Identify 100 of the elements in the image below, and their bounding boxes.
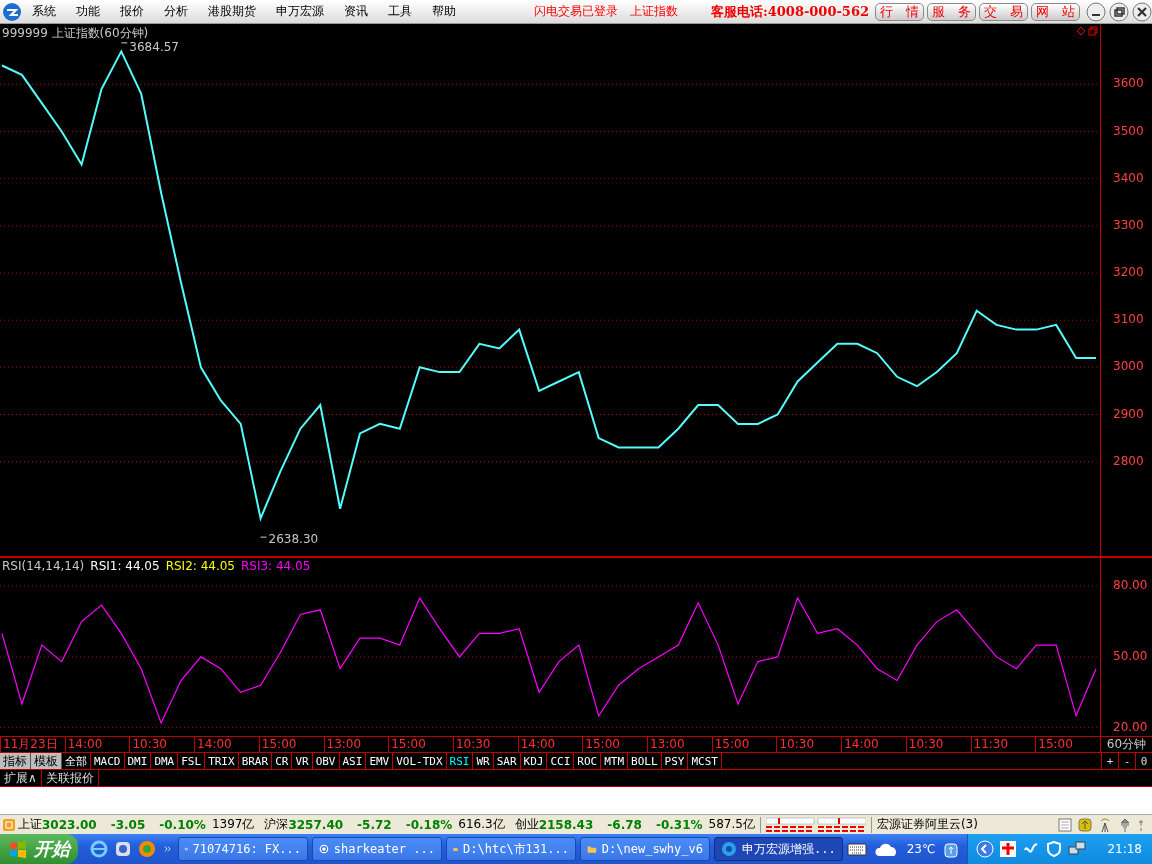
time-label: 13:00 <box>323 737 389 752</box>
index-icon <box>2 817 16 832</box>
app-icon[interactable] <box>138 840 157 858</box>
index-name: 沪深 <box>264 816 289 833</box>
usb-icon[interactable] <box>943 840 960 858</box>
indicator-reading: RSI2: 44.05 <box>165 559 235 573</box>
time-label: 13:00 <box>647 737 712 752</box>
nav-button[interactable]: 网 站 <box>1031 2 1080 21</box>
axis-label: 80.00 <box>1113 578 1148 593</box>
time-label: 14:00 <box>194 737 259 752</box>
indicator-tab[interactable]: VOL-TDX <box>393 753 447 769</box>
menu-item[interactable]: 申万宏源 <box>266 3 334 20</box>
axis-label: 3300 <box>1113 217 1144 232</box>
index-percent: -0.10% <box>159 817 206 832</box>
time-label: 10:30 <box>129 737 195 752</box>
indicator-reading: RSI1: 44.05 <box>90 559 160 573</box>
index-change: -6.78 <box>607 817 642 832</box>
restore-icon[interactable] <box>1109 1 1129 22</box>
index-change: -3.05 <box>110 817 146 832</box>
indicator-tab[interactable]: 指标 <box>0 753 31 769</box>
taskbar-button[interactable]: 申万宏源增强... <box>713 837 843 861</box>
menu-item[interactable]: 帮助 <box>422 3 466 20</box>
index-value: 3257.40 <box>288 817 344 832</box>
menu-item[interactable]: 资讯 <box>334 3 378 20</box>
menu-item[interactable]: 工具 <box>378 3 422 20</box>
index-value: 2158.43 <box>538 817 594 832</box>
keyboard-icon[interactable] <box>846 842 867 856</box>
time-label: 14:00 <box>64 737 130 752</box>
turnover-amount: 616.3亿 <box>458 816 505 833</box>
temperature-text: 23℃ <box>906 842 936 856</box>
indicator-tab[interactable]: MACD <box>91 753 125 769</box>
indicator-tab[interactable]: VR <box>292 753 313 769</box>
period-label: 60分钟 <box>1100 737 1152 752</box>
antenna-icon[interactable] <box>1098 817 1112 832</box>
time-label: 10:30 <box>776 737 842 752</box>
minimize-icon[interactable] <box>1086 1 1106 22</box>
app-icon <box>720 841 737 857</box>
time-label: 15:00 <box>1035 737 1100 752</box>
index-percent: -0.31% <box>655 817 703 832</box>
index-value: 3023.00 <box>42 817 97 832</box>
indicator-label: RSI(14,14,14) <box>2 559 85 573</box>
indicator-tab[interactable]: 模板 <box>31 753 62 769</box>
nav-button[interactable]: 行 情 <box>875 2 924 21</box>
nav-button[interactable]: 服 务 <box>927 2 976 21</box>
time-label: 14:00 <box>517 737 583 752</box>
clock-text: 21:18 <box>1107 842 1142 856</box>
menu-item[interactable]: 报价 <box>110 3 154 20</box>
login-status: 闪电交易已登录 <box>534 3 618 20</box>
time-label: 10:30 <box>452 737 518 752</box>
time-label: 15:00 <box>388 737 453 752</box>
menu-item[interactable]: 港股期货 <box>198 3 266 20</box>
app-icon[interactable] <box>114 840 133 858</box>
indicator-tab[interactable]: ASI <box>339 753 367 769</box>
indicator-reading: RSI3: 44.05 <box>241 559 311 573</box>
menu-item[interactable]: 系统 <box>22 3 66 20</box>
indicator-tab[interactable]: TRIX <box>205 753 239 769</box>
price-annotation: 2638.30 <box>260 532 319 547</box>
axis-label: 2800 <box>1113 453 1144 468</box>
axis-label: 3100 <box>1113 312 1144 327</box>
nav-button[interactable]: 交 易 <box>979 2 1028 21</box>
axis-label: 2900 <box>1113 406 1144 421</box>
close-icon[interactable] <box>1132 1 1152 22</box>
time-label: 15:00 <box>711 737 777 752</box>
diamond-icon <box>1076 26 1086 36</box>
index-name: 上证 <box>18 816 42 833</box>
turnover-amount: 1397亿 <box>211 816 255 833</box>
chevron-icon[interactable] <box>976 840 995 858</box>
time-label: 10:30 <box>905 737 971 752</box>
network-icon[interactable] <box>1068 840 1087 858</box>
axis-label: 50.00 <box>1113 648 1148 663</box>
chevron-icon[interactable] <box>164 844 172 854</box>
axis-label: 3000 <box>1113 359 1144 374</box>
axis-label: 3500 <box>1113 123 1144 138</box>
hotline-text: 客服电话:4008-000-562 <box>710 2 869 21</box>
turnover-amount: 587.5亿 <box>708 816 755 833</box>
price-annotation: 3684.57 <box>120 39 179 54</box>
coin-icon[interactable] <box>1078 817 1092 832</box>
indicator-tab[interactable]: 全部 <box>62 753 91 769</box>
time-label: 14:00 <box>841 737 906 752</box>
taskbar-button[interactable]: 71074716: FX... <box>177 837 308 861</box>
indicator-tab[interactable]: BOLL <box>628 753 662 769</box>
app-logo-icon <box>2 1 22 22</box>
menu-item[interactable]: 分析 <box>154 3 198 20</box>
server-name: 宏源证券阿里云(3) <box>876 816 978 833</box>
taskbar-button[interactable]: D:\htc\市131... <box>445 837 576 861</box>
shield-icon[interactable] <box>1045 840 1064 858</box>
time-label: 11:30 <box>970 737 1036 752</box>
annotation: 3684.57 <box>129 39 179 54</box>
taskbar-button[interactable]: D:\new_swhy_v6 <box>579 837 710 861</box>
axis-label: 3200 <box>1113 265 1144 279</box>
indicator-tab[interactable]: WR <box>473 753 494 769</box>
chart-title: 999999 上证指数(60分钟) <box>2 25 149 42</box>
indicator-tab[interactable]: MCST <box>688 753 722 769</box>
index-percent: -0.18% <box>405 817 453 832</box>
windows-logo-icon <box>8 839 28 859</box>
browser-icon[interactable] <box>90 840 109 858</box>
taskbar-button[interactable]: sharkeater ... <box>311 837 442 861</box>
menu-item[interactable]: 功能 <box>66 3 110 20</box>
indicator-tab[interactable]: MTM <box>601 753 629 769</box>
index-change: -5.72 <box>357 817 392 832</box>
